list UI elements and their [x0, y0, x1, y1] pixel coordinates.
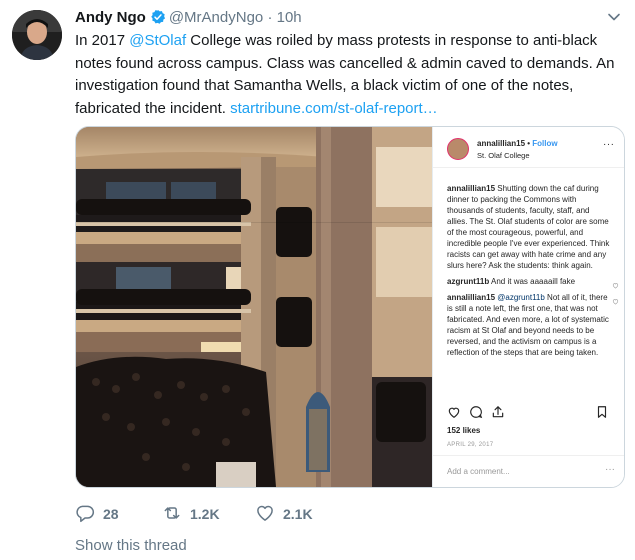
ig-comment-more[interactable]: ··· [605, 464, 615, 475]
tweet-text-part1: In 2017 [75, 32, 130, 49]
chevron-down-icon[interactable] [607, 10, 621, 24]
ig-comment-box: Add a comment... ··· [433, 455, 624, 487]
ig-caption-text: Shutting down the caf during dinner to p… [447, 184, 610, 270]
ig-comment-text: Not all of it, there is still a note lef… [447, 293, 609, 357]
verified-badge-icon [150, 9, 166, 31]
handle[interactable]: @MrAndyNgo [169, 9, 263, 26]
ig-comment-user[interactable]: annalillian15 [447, 293, 495, 302]
ig-comment-icon[interactable] [469, 405, 483, 422]
ig-comment-user[interactable]: azgrunt11b [447, 277, 489, 286]
avatar[interactable] [12, 10, 62, 60]
retweet-button[interactable]: 1.2K [162, 502, 220, 526]
instagram-post-panel: annalillian15 • Follow St. Olaf College … [432, 127, 624, 487]
ig-heart-icon[interactable] [447, 405, 461, 422]
ig-post-header: annalillian15 • Follow St. Olaf College … [433, 127, 624, 168]
ig-location[interactable]: St. Olaf College [477, 150, 530, 161]
timestamp[interactable]: 10h [277, 9, 302, 26]
tweet-header: Andy Ngo @MrAndyNgo · 10h [75, 8, 302, 31]
tweet: Andy Ngo @MrAndyNgo · 10h In 2017 @StOlaf… [0, 0, 635, 560]
ig-follow-button[interactable]: Follow [532, 139, 557, 148]
ig-action-bar [447, 405, 611, 421]
like-count: 2.1K [283, 506, 313, 522]
ig-comments: annalillian15 Shutting down the caf duri… [447, 183, 619, 363]
ig-username-row: annalillian15 • Follow [477, 138, 558, 149]
ig-more-menu[interactable]: ··· [603, 139, 615, 150]
show-thread-link[interactable]: Show this thread [75, 537, 187, 554]
ig-add-comment-input[interactable]: Add a comment... [447, 466, 510, 477]
ig-avatar[interactable] [447, 138, 469, 160]
ig-bookmark-icon[interactable] [595, 405, 609, 422]
mention-link[interactable]: @StOlaf [129, 32, 186, 49]
ig-comment-1: azgrunt11b And it was aaaaaill fake [447, 276, 619, 289]
ig-caption-user[interactable]: annalillian15 [447, 184, 495, 193]
ig-comment-text: And it was aaaaaill fake [489, 277, 576, 286]
ig-caption: annalillian15 Shutting down the caf duri… [447, 183, 611, 271]
tweet-text: In 2017 @StOlaf College was roiled by ma… [75, 30, 623, 120]
ig-heart-icon[interactable] [612, 297, 619, 308]
ig-username[interactable]: annalillian15 [477, 139, 525, 148]
reply-icon [75, 503, 103, 526]
ig-heart-icon[interactable] [612, 281, 619, 292]
ig-share-icon[interactable] [491, 405, 505, 422]
display-name[interactable]: Andy Ngo [75, 9, 146, 26]
article-link[interactable]: startribune.com/st-olaf-report… [230, 100, 438, 117]
protest-photo [76, 127, 432, 487]
media-card[interactable]: annalillian15 • Follow St. Olaf College … [75, 126, 625, 488]
ig-like-count[interactable]: 152 likes [447, 425, 480, 436]
ig-comment-2: annalillian15 @azgrunt11b Not all of it,… [447, 292, 619, 358]
ig-post-date: APRIL 29, 2017 [447, 442, 494, 448]
retweet-count: 1.2K [190, 506, 220, 522]
separator: · [267, 9, 273, 26]
reply-count: 28 [103, 506, 119, 522]
ig-mention[interactable]: @azgrunt11b [497, 293, 545, 302]
like-button[interactable]: 2.1K [255, 502, 313, 526]
like-icon [255, 503, 283, 526]
retweet-icon [162, 503, 190, 526]
tweet-actions: 28 1.2K 2.1K [75, 502, 595, 526]
reply-button[interactable]: 28 [75, 502, 119, 526]
